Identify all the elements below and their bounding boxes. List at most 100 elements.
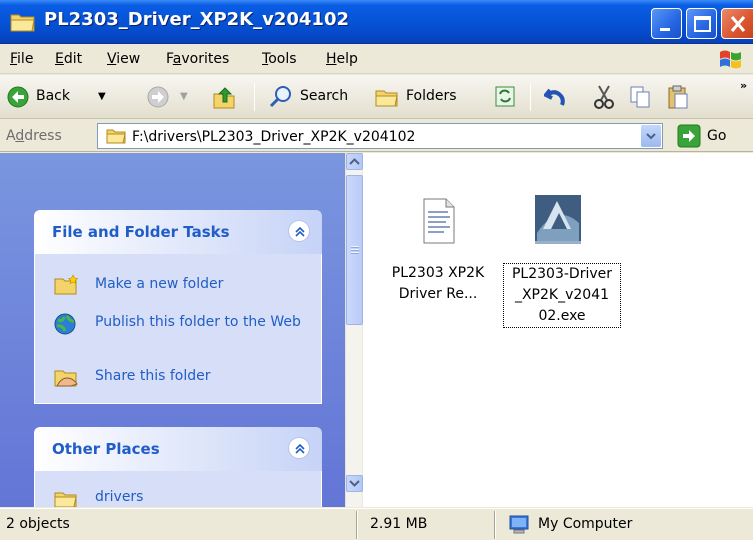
- sync-button[interactable]: [494, 84, 516, 110]
- panel-header[interactable]: File and Folder Tasks: [34, 210, 322, 254]
- status-separator: [494, 511, 496, 539]
- menu-accel: E: [55, 51, 64, 67]
- scroll-down-button[interactable]: [346, 475, 363, 492]
- file-name-line: 02.exe: [538, 308, 586, 324]
- task-pane: File and Folder Tasks Make a new folder …: [0, 153, 345, 507]
- task-publish-folder-web[interactable]: Publish this folder to the Web: [53, 312, 313, 352]
- address-label-text: A: [6, 128, 16, 144]
- text-document-icon: [423, 198, 455, 244]
- back-button[interactable]: Back ▼: [6, 84, 116, 110]
- address-label-accel: d: [15, 128, 25, 144]
- paste-icon: [668, 85, 688, 109]
- menu-label: F: [166, 51, 173, 67]
- copy-button[interactable]: [628, 84, 652, 110]
- status-location: My Computer: [538, 516, 633, 532]
- menu-view[interactable]: View: [107, 51, 140, 67]
- file-name: PL2303 XP2K Driver Re...: [373, 263, 503, 305]
- menu-accel: H: [326, 51, 337, 67]
- windows-logo-icon: [720, 50, 741, 69]
- up-folder-button[interactable]: [212, 84, 240, 110]
- folders-label: Folders: [406, 88, 457, 104]
- menu-favorites[interactable]: Favorites: [166, 51, 229, 67]
- scissors-icon: [594, 85, 614, 109]
- scroll-thumb[interactable]: [346, 175, 363, 325]
- forward-arrow-icon: [147, 86, 169, 108]
- folder-icon: [106, 129, 126, 144]
- chevron-up-icon: [295, 443, 305, 454]
- panel-title: File and Folder Tasks: [52, 223, 230, 241]
- cut-button[interactable]: [592, 84, 616, 110]
- minimize-button[interactable]: [651, 8, 682, 39]
- menu-label: elp: [336, 51, 358, 67]
- file-name: PL2303-Driver _XP2K_v2041 02.exe: [503, 263, 621, 328]
- maximize-button[interactable]: [686, 8, 717, 39]
- chevron-up-icon: [349, 158, 360, 165]
- address-bar: Address F:\drivers\PL2303_Driver_XP2K_v2…: [0, 120, 753, 152]
- toolbar-overflow-icon[interactable]: »: [740, 79, 747, 92]
- chevron-down-icon: [349, 480, 360, 487]
- status-separator: [356, 511, 358, 539]
- menu-label: vorites: [181, 51, 230, 67]
- file-name-line: _XP2K_v2041: [514, 287, 610, 303]
- panel-body: Make a new folder Publish this folder to…: [34, 254, 322, 404]
- installer-exe-icon: [535, 195, 581, 244]
- sync-icon: [495, 86, 515, 107]
- menu-label: ile: [17, 51, 34, 67]
- menu-label: ools: [268, 51, 297, 67]
- task-label: Make a new folder: [95, 276, 224, 292]
- file-name-line: PL2303-Driver: [511, 266, 612, 282]
- task-label: Share this folder: [95, 368, 211, 384]
- panel-header[interactable]: Other Places: [34, 427, 322, 471]
- menu-edit[interactable]: Edit: [55, 51, 82, 67]
- menu-tools[interactable]: Tools: [262, 51, 297, 67]
- title-bar[interactable]: PL2303_Driver_XP2K_v204102: [0, 0, 753, 44]
- file-name-line: PL2303 XP2K: [391, 265, 485, 281]
- toolbar-separator: [530, 83, 531, 111]
- folder-icon: [10, 14, 35, 32]
- address-path: F:\drivers\PL2303_Driver_XP2K_v204102: [132, 129, 416, 145]
- search-label: Search: [300, 88, 349, 104]
- search-button[interactable]: Search: [268, 84, 362, 110]
- undo-button[interactable]: [544, 84, 570, 110]
- new-folder-icon: [54, 274, 79, 295]
- address-input[interactable]: F:\drivers\PL2303_Driver_XP2K_v204102: [97, 123, 663, 149]
- chevron-down-icon[interactable]: ▼: [180, 91, 188, 102]
- panel-title: Other Places: [52, 440, 160, 458]
- search-icon: [269, 86, 291, 108]
- menu-accel: V: [107, 51, 117, 67]
- task-label: Publish this folder to the Web: [95, 314, 301, 330]
- folders-icon: [375, 90, 398, 107]
- status-object-count: 2 objects: [6, 516, 70, 532]
- folders-button[interactable]: Folders: [374, 84, 474, 110]
- window-title: PL2303_Driver_XP2K_v204102: [44, 9, 349, 30]
- paste-button[interactable]: [666, 84, 690, 110]
- address-dropdown-button[interactable]: [641, 125, 661, 147]
- collapse-button[interactable]: [288, 437, 310, 459]
- go-button[interactable]: Go: [677, 124, 747, 148]
- close-button[interactable]: [721, 8, 753, 39]
- back-label: Back: [36, 88, 70, 104]
- toolbar: Back ▼ ▼ Search Folders »: [0, 75, 753, 119]
- go-label: Go: [707, 128, 727, 144]
- chevron-down-icon[interactable]: ▼: [98, 91, 106, 102]
- menu-file[interactable]: File: [10, 51, 33, 67]
- address-label-text: dress: [24, 128, 62, 144]
- my-computer-icon: [509, 515, 529, 534]
- task-pane-scrollbar[interactable]: [345, 153, 363, 507]
- publish-web-icon: [54, 313, 76, 335]
- file-view[interactable]: PL2303 XP2K Driver Re... PL2303-Driver _XP…: [363, 153, 753, 507]
- share-folder-icon: [54, 370, 78, 387]
- menu-help[interactable]: Help: [326, 51, 358, 67]
- back-arrow-icon: [7, 86, 29, 108]
- minimize-icon: [660, 28, 670, 31]
- status-size: 2.91 MB: [370, 516, 428, 532]
- up-folder-icon: [213, 87, 235, 109]
- toolbar-separator: [254, 83, 255, 111]
- panel-body: drivers: [34, 471, 322, 507]
- folder-icon: [54, 492, 77, 507]
- menu-bar: File Edit View Favorites Tools Help: [0, 44, 753, 74]
- forward-button[interactable]: ▼: [146, 84, 188, 110]
- scroll-up-button[interactable]: [346, 153, 363, 170]
- menu-label: dit: [63, 51, 83, 67]
- collapse-button[interactable]: [288, 220, 310, 242]
